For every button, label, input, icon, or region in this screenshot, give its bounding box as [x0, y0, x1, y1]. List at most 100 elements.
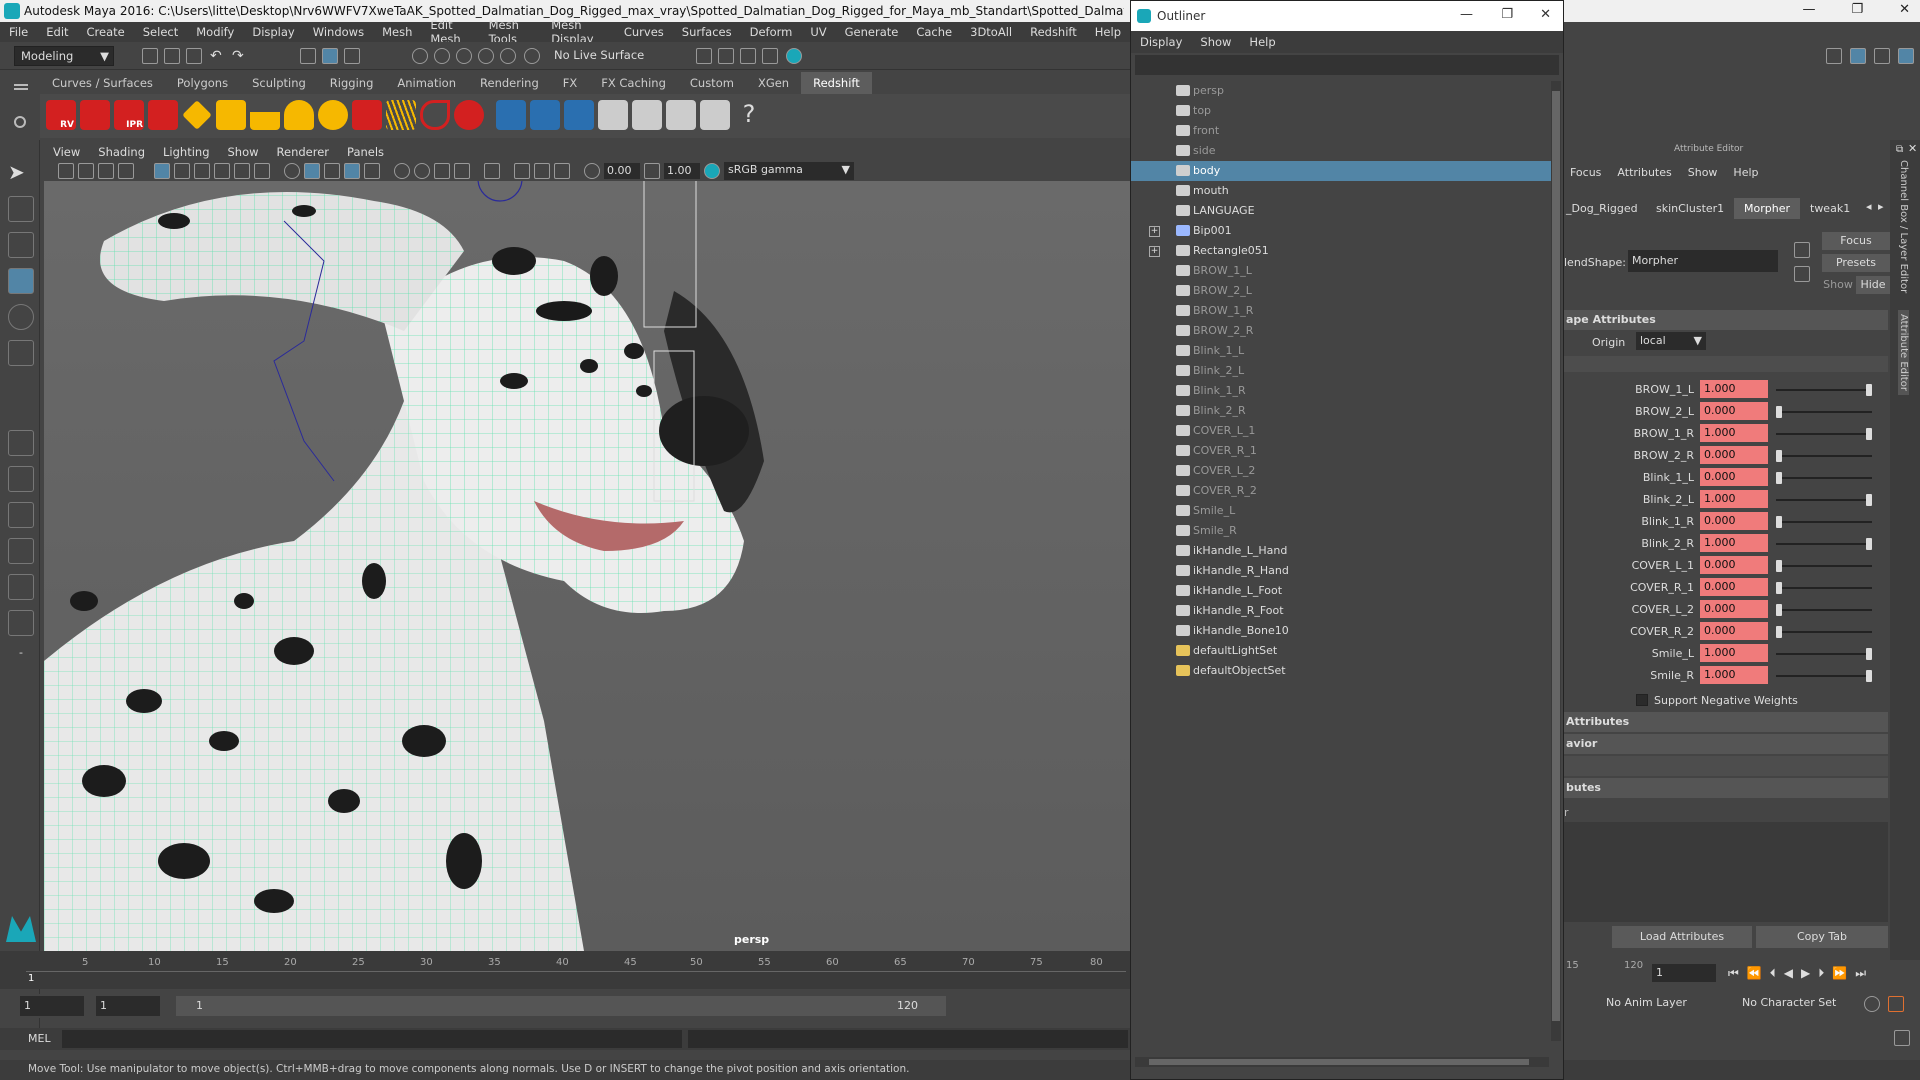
weight-slider[interactable] — [1776, 670, 1872, 682]
color-management-icon[interactable] — [704, 163, 720, 179]
modeling-toolkit-icon[interactable] — [1826, 48, 1842, 64]
shelf-tab-rendering[interactable]: Rendering — [468, 72, 551, 94]
hypershade-icon[interactable] — [786, 48, 802, 64]
weight-value-field[interactable]: 0.000 — [1700, 402, 1768, 420]
outliner-item[interactable]: BROW_1_R — [1131, 301, 1551, 321]
ae-select-icon[interactable] — [1794, 242, 1810, 258]
vp-menu-view[interactable]: View — [53, 145, 80, 159]
sun-light-icon[interactable] — [318, 100, 348, 130]
menu-generate[interactable]: Generate — [845, 25, 899, 39]
slider-handle[interactable] — [1866, 670, 1872, 682]
xray-icon[interactable] — [514, 163, 530, 179]
outliner-item[interactable]: COVER_L_1 — [1131, 421, 1551, 441]
render-current-icon[interactable] — [718, 48, 734, 64]
play-forward-icon[interactable]: ▶ — [1801, 966, 1810, 980]
curve-icon[interactable] — [420, 100, 450, 130]
layout-outliner-icon[interactable] — [8, 538, 34, 564]
outliner-menu-show[interactable]: Show — [1200, 31, 1231, 53]
ambient-occlusion-icon[interactable] — [414, 163, 430, 179]
dome-light-icon[interactable] — [284, 100, 314, 130]
xray-joints-icon[interactable] — [534, 163, 550, 179]
material-plate-icon[interactable] — [632, 100, 662, 130]
ae-copy-icon[interactable] — [1794, 266, 1810, 282]
slider-handle[interactable] — [1776, 604, 1782, 616]
slider-handle[interactable] — [1776, 560, 1782, 572]
outliner-menu-help[interactable]: Help — [1249, 31, 1275, 53]
anim-layer-dropdown[interactable]: No Anim Layer — [1602, 994, 1722, 1012]
vp-menu-show[interactable]: Show — [228, 145, 259, 159]
weight-value-field[interactable]: 0.000 — [1700, 556, 1768, 574]
tab-scroll-right-icon[interactable]: ▸ — [1878, 200, 1884, 213]
select-hierarchy-icon[interactable] — [300, 48, 316, 64]
menu-mesh[interactable]: Mesh — [382, 25, 412, 39]
undo-icon[interactable]: ↶ — [210, 48, 226, 64]
focus-button[interactable]: Focus — [1822, 232, 1890, 250]
resolution-gate-icon[interactable] — [194, 163, 210, 179]
origin-dropdown[interactable]: local ▼ — [1636, 332, 1706, 350]
close-button[interactable]: ✕ — [1899, 2, 1910, 17]
step-back-frame-icon[interactable]: ⏴ — [1770, 966, 1776, 981]
isolate-select-icon[interactable] — [484, 163, 500, 179]
shelf-tab-xgen[interactable]: XGen — [746, 72, 801, 94]
ae-menu-attributes[interactable]: Attributes — [1617, 166, 1671, 179]
minimize-button[interactable]: — — [1802, 2, 1815, 17]
ae-tab-tweak[interactable]: tweak1 — [1810, 202, 1850, 215]
weight-slider[interactable] — [1776, 648, 1872, 660]
copy-tab-button[interactable]: Copy Tab — [1756, 926, 1888, 948]
mel-input[interactable] — [62, 1030, 682, 1048]
outliner-item[interactable]: Blink_2_L — [1131, 361, 1551, 381]
outliner-scrollbar[interactable] — [1551, 81, 1561, 1041]
render-options-icon[interactable] — [148, 100, 178, 130]
weight-value-field[interactable]: 1.000 — [1700, 666, 1768, 684]
weight-value-field[interactable]: 0.000 — [1700, 622, 1768, 640]
wireframe-icon[interactable] — [284, 163, 300, 179]
menu-file[interactable]: File — [9, 25, 28, 39]
outliner-item[interactable]: Smile_L — [1131, 501, 1551, 521]
render-settings-icon[interactable] — [762, 48, 778, 64]
outliner-filter-input[interactable] — [1135, 55, 1559, 75]
ipr-render-icon[interactable] — [740, 48, 756, 64]
outliner-item[interactable]: Blink_1_L — [1131, 341, 1551, 361]
weight-value-field[interactable]: 1.000 — [1700, 644, 1768, 662]
go-to-start-icon[interactable]: ⏮ — [1728, 966, 1739, 981]
show-button[interactable]: Show — [1822, 276, 1854, 294]
render-view-rv-icon[interactable]: RV — [46, 100, 76, 130]
outliner-hscrollbar[interactable] — [1135, 1057, 1549, 1067]
pr-icon-2[interactable] — [530, 100, 560, 130]
weight-slider[interactable] — [1776, 604, 1872, 616]
weight-value-field[interactable]: 0.000 — [1700, 578, 1768, 596]
time-slider[interactable]: 5 10 15 20 25 30 35 40 45 50 55 60 65 70… — [0, 951, 1130, 989]
weight-value-field[interactable]: 0.000 — [1700, 512, 1768, 530]
lasso-tool-icon[interactable] — [8, 196, 34, 222]
menu-help[interactable]: Help — [1095, 25, 1121, 39]
range-slider[interactable]: 1 120 — [176, 996, 946, 1016]
hair-icon[interactable] — [386, 100, 416, 130]
attribute-editor-toggle-icon[interactable] — [1850, 48, 1866, 64]
select-tool-icon[interactable]: ➤ — [8, 160, 34, 186]
weight-value-field[interactable]: 0.000 — [1700, 600, 1768, 618]
outliner-item[interactable]: COVER_R_1 — [1131, 441, 1551, 461]
outliner-item[interactable]: COVER_R_2 — [1131, 481, 1551, 501]
outliner-item[interactable]: Blink_1_R — [1131, 381, 1551, 401]
camera-select-icon[interactable] — [58, 163, 74, 179]
ae-menu-show[interactable]: Show — [1688, 166, 1718, 179]
ipr-icon[interactable]: IPR — [114, 100, 144, 130]
outliner-item[interactable]: Blink_2_R — [1131, 401, 1551, 421]
hide-button[interactable]: Hide — [1856, 276, 1890, 294]
select-component-icon[interactable] — [344, 48, 360, 64]
shelf-tab-redshift[interactable]: Redshift — [801, 72, 872, 94]
ae-tab-morpher[interactable]: Morpher — [1734, 198, 1800, 219]
slider-handle[interactable] — [1866, 648, 1872, 660]
slider-handle[interactable] — [1866, 538, 1872, 550]
weight-slider[interactable] — [1776, 384, 1872, 396]
grid-proxy-icon[interactable] — [216, 100, 246, 130]
slider-handle[interactable] — [1776, 582, 1782, 594]
tab-scroll-left-icon[interactable]: ◂ — [1866, 200, 1872, 213]
light-cone-icon[interactable] — [250, 100, 280, 130]
magnet-icon[interactable] — [524, 48, 540, 64]
script-icon[interactable] — [666, 100, 696, 130]
layout-graph-icon[interactable] — [8, 574, 34, 600]
textured-icon[interactable] — [344, 163, 360, 179]
new-scene-icon[interactable] — [142, 48, 158, 64]
outliner-item[interactable]: ikHandle_R_Hand — [1131, 561, 1551, 581]
